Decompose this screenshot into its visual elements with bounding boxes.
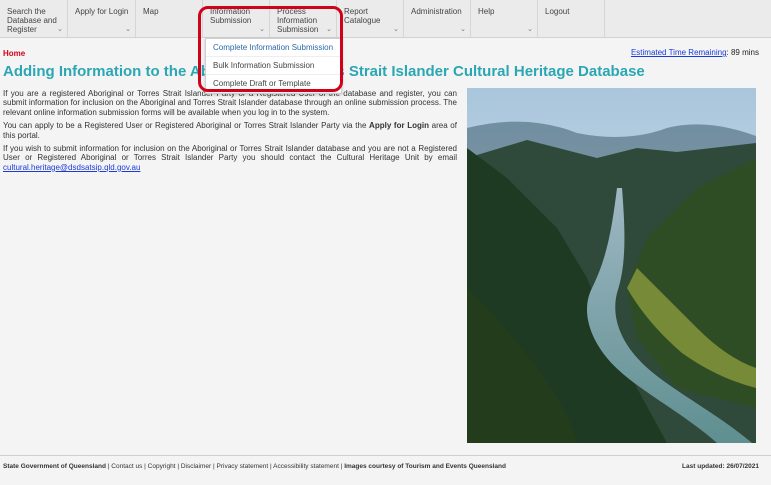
nav-logout[interactable]: Logout bbox=[538, 0, 605, 37]
footer-link-contact-us[interactable]: Contact us bbox=[111, 463, 142, 470]
last-updated: Last updated: 26/07/2021 bbox=[682, 463, 759, 470]
nav-label: Help bbox=[478, 7, 495, 16]
nav-report-catalogue[interactable]: Report Catalogue ⌄ bbox=[337, 0, 404, 37]
apply-for-login-emphasis: Apply for Login bbox=[369, 121, 429, 131]
chevron-down-icon: ⌄ bbox=[527, 26, 533, 33]
chevron-down-icon: ⌄ bbox=[460, 26, 466, 33]
nav-apply-login[interactable]: Apply for Login ⌄ bbox=[68, 0, 136, 37]
chevron-down-icon: ⌄ bbox=[259, 26, 265, 33]
chevron-down-icon: ⌄ bbox=[125, 26, 131, 33]
contact-email-link[interactable]: cultural.heritage@dsdsatsip.qld.gov.au bbox=[3, 163, 140, 172]
footer-image-credit: Images courtesy of Tourism and Events Qu… bbox=[344, 463, 506, 470]
intro-paragraph-3: If you wish to submit information for in… bbox=[3, 144, 457, 172]
nav-label: Report Catalogue bbox=[344, 7, 381, 25]
footer-link-copyright[interactable]: Copyright bbox=[148, 463, 176, 470]
nav-label: Logout bbox=[545, 7, 570, 16]
footer-link-accessibility[interactable]: Accessibility statement bbox=[273, 463, 339, 470]
paragraph-text: You can apply to be a Registered User or… bbox=[3, 121, 370, 131]
intro-content: If you are a registered Aboriginal or To… bbox=[3, 89, 457, 176]
nav-label: Apply for Login bbox=[75, 7, 129, 16]
menu-item-complete-draft-or-template[interactable]: Complete Draft or Template bbox=[206, 75, 341, 93]
estimated-time-link[interactable]: Estimated Time Remaining bbox=[631, 48, 727, 57]
estimated-time-remaining: Estimated Time Remaining: 89 mins bbox=[631, 48, 759, 57]
paragraph-text: If you wish to submit information for in… bbox=[3, 144, 457, 163]
chevron-down-icon: ⌄ bbox=[326, 26, 332, 33]
nav-map[interactable]: Map bbox=[136, 0, 203, 37]
estimated-time-value: : 89 mins bbox=[726, 48, 759, 57]
footer-link-privacy[interactable]: Privacy statement bbox=[217, 463, 269, 470]
nav-label: Map bbox=[143, 7, 159, 16]
information-submission-dropdown: Complete Information Submission Bulk Inf… bbox=[205, 38, 342, 94]
footer-link-disclaimer[interactable]: Disclaimer bbox=[181, 463, 211, 470]
breadcrumb-home[interactable]: Home bbox=[3, 49, 25, 58]
nav-information-submission[interactable]: Information Submission ⌄ bbox=[203, 0, 270, 37]
river-valley-photo bbox=[467, 88, 756, 443]
menu-item-complete-information-submission[interactable]: Complete Information Submission bbox=[206, 39, 341, 57]
top-navigation: Search the Database and Register ⌄ Apply… bbox=[0, 0, 771, 38]
nav-help[interactable]: Help ⌄ bbox=[471, 0, 538, 37]
nav-label: Administration bbox=[411, 7, 462, 16]
chevron-down-icon: ⌄ bbox=[57, 26, 63, 33]
nav-label: Information Submission bbox=[210, 7, 252, 25]
page-footer: State Government of Queensland | Contact… bbox=[0, 455, 771, 485]
nav-process-information-submission[interactable]: Process Information Submission ⌄ bbox=[270, 0, 337, 37]
nav-administration[interactable]: Administration ⌄ bbox=[404, 0, 471, 37]
nav-search-database[interactable]: Search the Database and Register ⌄ bbox=[0, 0, 68, 37]
menu-item-bulk-information-submission[interactable]: Bulk Information Submission bbox=[206, 57, 341, 75]
chevron-down-icon: ⌄ bbox=[393, 26, 399, 33]
intro-paragraph-2: You can apply to be a Registered User or… bbox=[3, 121, 457, 140]
footer-org: State Government of Queensland bbox=[3, 463, 106, 470]
footer-links: State Government of Queensland | Contact… bbox=[3, 463, 506, 470]
